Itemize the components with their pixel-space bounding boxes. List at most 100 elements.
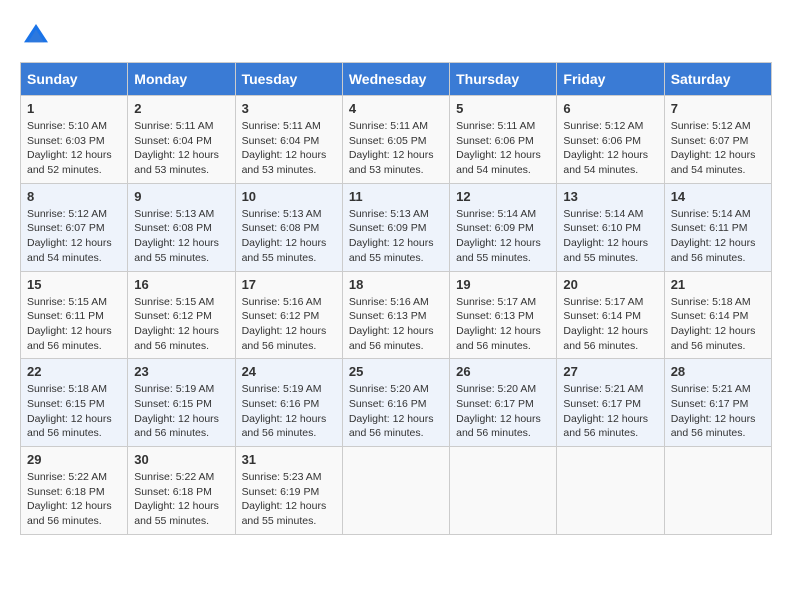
- calendar-cell: 31Sunrise: 5:23 AMSunset: 6:19 PMDayligh…: [235, 447, 342, 535]
- day-number: 4: [349, 101, 443, 116]
- calendar-cell: 28 Sunrise: 5:21 AMSunset: 6:17 PMDayligh…: [664, 359, 771, 447]
- calendar-cell: [450, 447, 557, 535]
- day-number: 15: [27, 277, 121, 292]
- day-info: Sunrise: 5:10 AMSunset: 6:03 PMDaylight:…: [27, 119, 121, 178]
- calendar-cell: 17 Sunrise: 5:16 AMSunset: 6:12 PMDayligh…: [235, 271, 342, 359]
- day-info: Sunrise: 5:18 AMSunset: 6:15 PMDaylight:…: [27, 382, 121, 441]
- day-number: 12: [456, 189, 550, 204]
- calendar-cell: 3 Sunrise: 5:11 AMSunset: 6:04 PMDaylight…: [235, 96, 342, 184]
- day-header-thursday: Thursday: [450, 63, 557, 96]
- day-info: Sunrise: 5:11 AMSunset: 6:05 PMDaylight:…: [349, 119, 443, 178]
- day-info: Sunrise: 5:13 AMSunset: 6:08 PMDaylight:…: [134, 207, 228, 266]
- day-number: 7: [671, 101, 765, 116]
- calendar-cell: 20 Sunrise: 5:17 AMSunset: 6:14 PMDayligh…: [557, 271, 664, 359]
- calendar-table: SundayMondayTuesdayWednesdayThursdayFrid…: [20, 62, 772, 535]
- day-info: Sunrise: 5:14 AMSunset: 6:09 PMDaylight:…: [456, 207, 550, 266]
- day-info: Sunrise: 5:16 AMSunset: 6:13 PMDaylight:…: [349, 295, 443, 354]
- day-info: Sunrise: 5:12 AMSunset: 6:07 PMDaylight:…: [27, 207, 121, 266]
- day-info: Sunrise: 5:17 AMSunset: 6:13 PMDaylight:…: [456, 295, 550, 354]
- calendar-cell: 18 Sunrise: 5:16 AMSunset: 6:13 PMDayligh…: [342, 271, 449, 359]
- day-number: 5: [456, 101, 550, 116]
- day-number: 28: [671, 364, 765, 379]
- calendar-cell: 13 Sunrise: 5:14 AMSunset: 6:10 PMDayligh…: [557, 183, 664, 271]
- day-number: 2: [134, 101, 228, 116]
- calendar-cell: 25Sunrise: 5:20 AMSunset: 6:16 PMDayligh…: [342, 359, 449, 447]
- calendar-cell: 9 Sunrise: 5:13 AMSunset: 6:08 PMDaylight…: [128, 183, 235, 271]
- day-number: 16: [134, 277, 228, 292]
- calendar-cell: 1 Sunrise: 5:10 AMSunset: 6:03 PMDaylight…: [21, 96, 128, 184]
- day-info: Sunrise: 5:11 AMSunset: 6:06 PMDaylight:…: [456, 119, 550, 178]
- logo: [20, 20, 56, 52]
- day-number: 18: [349, 277, 443, 292]
- day-number: 14: [671, 189, 765, 204]
- calendar-cell: 19 Sunrise: 5:17 AMSunset: 6:13 PMDayligh…: [450, 271, 557, 359]
- day-info: Sunrise: 5:11 AMSunset: 6:04 PMDaylight:…: [134, 119, 228, 178]
- day-info: Sunrise: 5:11 AMSunset: 6:04 PMDaylight:…: [242, 119, 336, 178]
- calendar-cell: 12 Sunrise: 5:14 AMSunset: 6:09 PMDayligh…: [450, 183, 557, 271]
- day-info: Sunrise: 5:15 AMSunset: 6:11 PMDaylight:…: [27, 295, 121, 354]
- calendar-cell: [342, 447, 449, 535]
- day-info: Sunrise: 5:14 AMSunset: 6:11 PMDaylight:…: [671, 207, 765, 266]
- calendar-cell: 2 Sunrise: 5:11 AMSunset: 6:04 PMDaylight…: [128, 96, 235, 184]
- day-info: Sunrise: 5:19 AMSunset: 6:16 PMDaylight:…: [242, 382, 336, 441]
- calendar-cell: 15 Sunrise: 5:15 AMSunset: 6:11 PMDayligh…: [21, 271, 128, 359]
- day-info: Sunrise: 5:19 AMSunset: 6:15 PMDaylight:…: [134, 382, 228, 441]
- day-number: 30: [134, 452, 228, 467]
- calendar-cell: 8 Sunrise: 5:12 AMSunset: 6:07 PMDaylight…: [21, 183, 128, 271]
- day-info: Sunrise: 5:16 AMSunset: 6:12 PMDaylight:…: [242, 295, 336, 354]
- calendar-week-row: 8 Sunrise: 5:12 AMSunset: 6:07 PMDaylight…: [21, 183, 772, 271]
- day-info: Sunrise: 5:13 AMSunset: 6:09 PMDaylight:…: [349, 207, 443, 266]
- day-number: 11: [349, 189, 443, 204]
- calendar-cell: 26Sunrise: 5:20 AMSunset: 6:17 PMDayligh…: [450, 359, 557, 447]
- day-info: Sunrise: 5:23 AMSunset: 6:19 PMDaylight:…: [242, 470, 336, 529]
- day-number: 8: [27, 189, 121, 204]
- day-info: Sunrise: 5:22 AMSunset: 6:18 PMDaylight:…: [134, 470, 228, 529]
- day-number: 1: [27, 101, 121, 116]
- day-number: 23: [134, 364, 228, 379]
- day-header-sunday: Sunday: [21, 63, 128, 96]
- day-number: 22: [27, 364, 121, 379]
- day-info: Sunrise: 5:22 AMSunset: 6:18 PMDaylight:…: [27, 470, 121, 529]
- calendar-cell: 30 Sunrise: 5:22 AMSunset: 6:18 PMDayligh…: [128, 447, 235, 535]
- day-header-saturday: Saturday: [664, 63, 771, 96]
- day-header-tuesday: Tuesday: [235, 63, 342, 96]
- calendar-cell: 11 Sunrise: 5:13 AMSunset: 6:09 PMDayligh…: [342, 183, 449, 271]
- day-number: 19: [456, 277, 550, 292]
- calendar-week-row: 1 Sunrise: 5:10 AMSunset: 6:03 PMDaylight…: [21, 96, 772, 184]
- calendar-cell: [557, 447, 664, 535]
- day-number: 26: [456, 364, 550, 379]
- calendar-week-row: 29 Sunrise: 5:22 AMSunset: 6:18 PMDayligh…: [21, 447, 772, 535]
- day-info: Sunrise: 5:12 AMSunset: 6:07 PMDaylight:…: [671, 119, 765, 178]
- day-info: Sunrise: 5:12 AMSunset: 6:06 PMDaylight:…: [563, 119, 657, 178]
- calendar-cell: 7 Sunrise: 5:12 AMSunset: 6:07 PMDaylight…: [664, 96, 771, 184]
- day-info: Sunrise: 5:15 AMSunset: 6:12 PMDaylight:…: [134, 295, 228, 354]
- calendar-cell: 27 Sunrise: 5:21 AMSunset: 6:17 PMDayligh…: [557, 359, 664, 447]
- calendar-cell: 4 Sunrise: 5:11 AMSunset: 6:05 PMDaylight…: [342, 96, 449, 184]
- day-number: 29: [27, 452, 121, 467]
- day-info: Sunrise: 5:21 AMSunset: 6:17 PMDaylight:…: [671, 382, 765, 441]
- calendar-cell: 24 Sunrise: 5:19 AMSunset: 6:16 PMDayligh…: [235, 359, 342, 447]
- day-number: 24: [242, 364, 336, 379]
- day-info: Sunrise: 5:18 AMSunset: 6:14 PMDaylight:…: [671, 295, 765, 354]
- day-info: Sunrise: 5:20 AMSunset: 6:16 PMDaylight:…: [349, 382, 443, 441]
- calendar-cell: 23 Sunrise: 5:19 AMSunset: 6:15 PMDayligh…: [128, 359, 235, 447]
- day-number: 27: [563, 364, 657, 379]
- day-number: 10: [242, 189, 336, 204]
- day-number: 21: [671, 277, 765, 292]
- day-info: Sunrise: 5:14 AMSunset: 6:10 PMDaylight:…: [563, 207, 657, 266]
- calendar-cell: 14 Sunrise: 5:14 AMSunset: 6:11 PMDayligh…: [664, 183, 771, 271]
- day-header-wednesday: Wednesday: [342, 63, 449, 96]
- day-number: 13: [563, 189, 657, 204]
- day-number: 3: [242, 101, 336, 116]
- day-number: 20: [563, 277, 657, 292]
- day-number: 9: [134, 189, 228, 204]
- calendar-cell: 29 Sunrise: 5:22 AMSunset: 6:18 PMDayligh…: [21, 447, 128, 535]
- day-info: Sunrise: 5:17 AMSunset: 6:14 PMDaylight:…: [563, 295, 657, 354]
- day-info: Sunrise: 5:21 AMSunset: 6:17 PMDaylight:…: [563, 382, 657, 441]
- calendar-header-row: SundayMondayTuesdayWednesdayThursdayFrid…: [21, 63, 772, 96]
- day-info: Sunrise: 5:13 AMSunset: 6:08 PMDaylight:…: [242, 207, 336, 266]
- calendar-cell: 10 Sunrise: 5:13 AMSunset: 6:08 PMDayligh…: [235, 183, 342, 271]
- day-number: 17: [242, 277, 336, 292]
- calendar-cell: 16 Sunrise: 5:15 AMSunset: 6:12 PMDayligh…: [128, 271, 235, 359]
- page-header: [20, 20, 772, 52]
